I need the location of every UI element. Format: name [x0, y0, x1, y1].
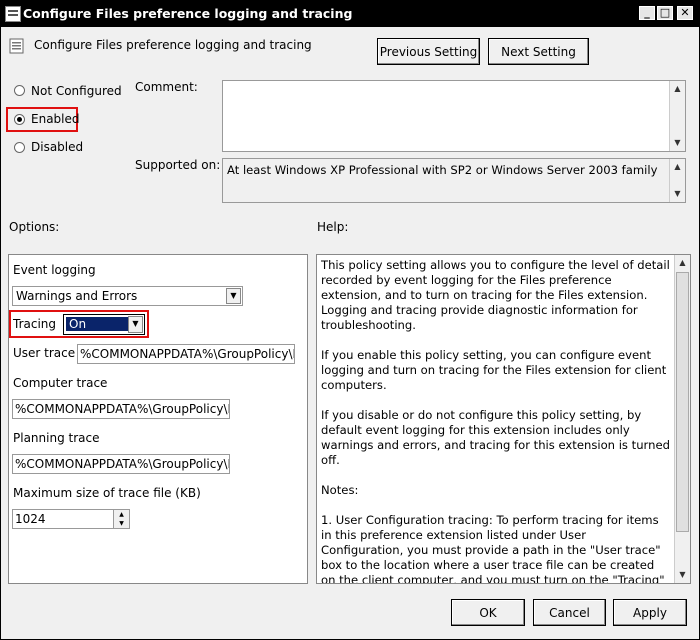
options-panel: Event logging Warnings and Errors ▼ Trac… [8, 254, 308, 584]
chevron-down-icon[interactable]: ▼ [128, 316, 143, 333]
planning-trace-input[interactable]: %COMMONAPPDATA%\GroupPolicy\Pr [12, 454, 230, 474]
planning-trace-value: %COMMONAPPDATA%\GroupPolicy\Pr [15, 457, 230, 471]
event-logging-value: Warnings and Errors [16, 289, 138, 303]
scroll-up-icon[interactable]: ▲ [675, 255, 690, 271]
scroll-thumb[interactable] [676, 272, 689, 532]
tracing-select[interactable]: On ▼ [63, 314, 145, 335]
comment-scrollbar[interactable]: ▲ ▼ [669, 81, 685, 151]
supported-on-text: At least Windows XP Professional with SP… [227, 163, 658, 177]
scroll-down-icon[interactable]: ▼ [670, 135, 685, 151]
scroll-down-icon[interactable]: ▼ [675, 567, 690, 583]
chevron-down-icon[interactable]: ▼ [226, 288, 241, 304]
supported-on-box: At least Windows XP Professional with SP… [222, 158, 686, 203]
help-panel: This policy setting allows you to config… [316, 254, 691, 584]
minimize-button[interactable]: _ [639, 6, 655, 20]
apply-button[interactable]: Apply [613, 599, 687, 626]
maximize-button[interactable]: □ [657, 6, 673, 20]
cancel-button[interactable]: Cancel [533, 599, 606, 626]
spin-up-icon[interactable]: ▲ [113, 510, 129, 519]
help-paragraph: This policy setting allows you to config… [321, 258, 670, 332]
tracing-label: Tracing [13, 317, 57, 331]
policy-app-icon [5, 6, 21, 22]
tracing-value: On [66, 317, 130, 331]
help-paragraph: 1. User Configuration tracing: To perfor… [321, 513, 665, 584]
scroll-down-icon[interactable]: ▼ [670, 186, 685, 202]
previous-setting-button[interactable]: Previous Setting [377, 38, 480, 65]
event-logging-select[interactable]: Warnings and Errors ▼ [12, 286, 243, 306]
max-size-stepper[interactable]: 1024 ▲ ▼ [12, 509, 130, 529]
disabled-label[interactable]: Disabled [31, 140, 83, 154]
window-title: Configure Files preference logging and t… [23, 6, 353, 21]
next-setting-button[interactable]: Next Setting [488, 38, 589, 65]
spin-down-icon[interactable]: ▼ [113, 519, 129, 528]
enabled-radio[interactable] [14, 114, 25, 125]
help-paragraph: Notes: [321, 483, 359, 497]
help-paragraph: If you disable or do not configure this … [321, 408, 670, 467]
options-label: Options: [9, 220, 60, 234]
setting-icon [9, 38, 25, 54]
user-trace-input[interactable]: %COMMONAPPDATA%\GroupPolicy\Pr [77, 344, 295, 364]
disabled-radio[interactable] [14, 142, 25, 153]
title-bar[interactable]: Configure Files preference logging and t… [1, 1, 699, 27]
planning-trace-label: Planning trace [13, 431, 100, 445]
policy-dialog: Configure Files preference logging and t… [0, 0, 700, 640]
supported-on-label: Supported on: [135, 158, 221, 172]
max-size-value: 1024 [15, 512, 46, 526]
enabled-label[interactable]: Enabled [31, 112, 80, 126]
max-size-label: Maximum size of trace file (KB) [13, 486, 201, 500]
help-text: This policy setting allows you to config… [321, 258, 670, 584]
close-button[interactable]: ✕ [677, 6, 693, 20]
comment-textarea[interactable]: ▲ ▼ [222, 80, 686, 152]
computer-trace-input[interactable]: %COMMONAPPDATA%\GroupPolicy\Pr [12, 399, 230, 419]
help-label: Help: [317, 220, 349, 234]
setting-name: Configure Files preference logging and t… [34, 38, 312, 52]
supported-scrollbar[interactable]: ▲ ▼ [669, 159, 685, 202]
event-logging-label: Event logging [13, 263, 96, 277]
help-paragraph: If you enable this policy setting, you c… [321, 348, 667, 392]
user-trace-value: %COMMONAPPDATA%\GroupPolicy\Pr [80, 347, 295, 361]
computer-trace-value: %COMMONAPPDATA%\GroupPolicy\Pr [15, 402, 230, 416]
scroll-up-icon[interactable]: ▲ [670, 159, 685, 175]
ok-button[interactable]: OK [451, 599, 525, 626]
not-configured-label[interactable]: Not Configured [31, 84, 122, 98]
not-configured-radio[interactable] [14, 85, 25, 96]
computer-trace-label: Computer trace [13, 376, 108, 390]
comment-label: Comment: [135, 80, 198, 94]
user-trace-label: User trace [13, 346, 76, 360]
help-scrollbar[interactable]: ▲ ▼ [674, 255, 690, 583]
scroll-up-icon[interactable]: ▲ [670, 81, 685, 97]
